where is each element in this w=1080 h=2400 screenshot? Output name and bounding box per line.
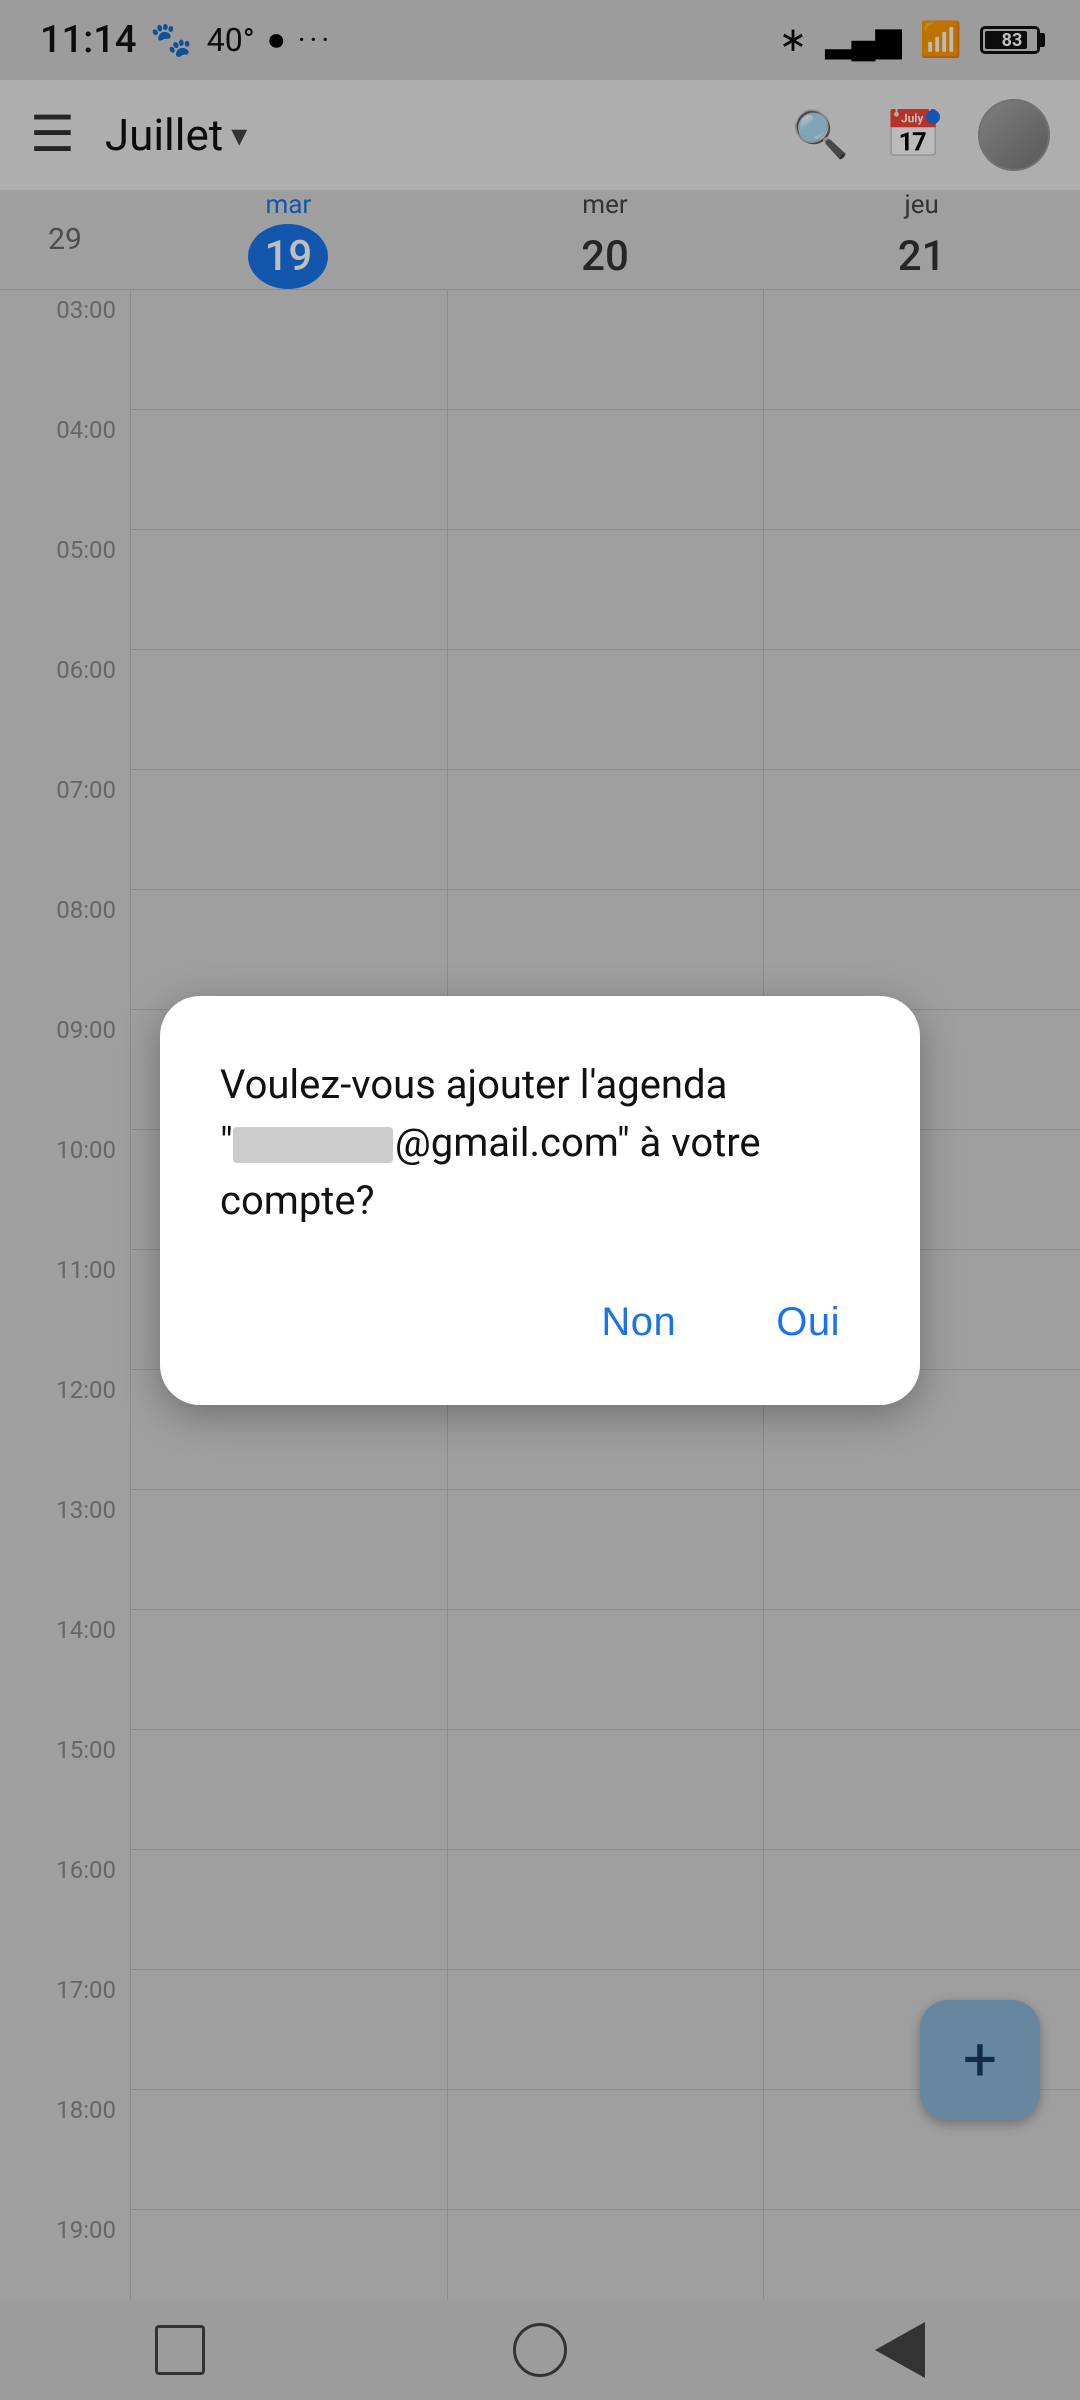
dialog-actions: Non Oui	[220, 1290, 860, 1355]
dialog-overlay: Voulez-vous ajouter l'agenda "@gmail.com…	[0, 0, 1080, 2400]
dialog-email-blur	[233, 1127, 393, 1163]
dialog-text-part1: Voulez-vous ajouter l'agenda	[220, 1061, 727, 1108]
dialog-yes-button[interactable]: Oui	[756, 1290, 860, 1355]
dialog-message: Voulez-vous ajouter l'agenda "@gmail.com…	[220, 1056, 860, 1230]
add-calendar-dialog: Voulez-vous ajouter l'agenda "@gmail.com…	[160, 996, 920, 1405]
dialog-no-button[interactable]: Non	[581, 1290, 696, 1355]
